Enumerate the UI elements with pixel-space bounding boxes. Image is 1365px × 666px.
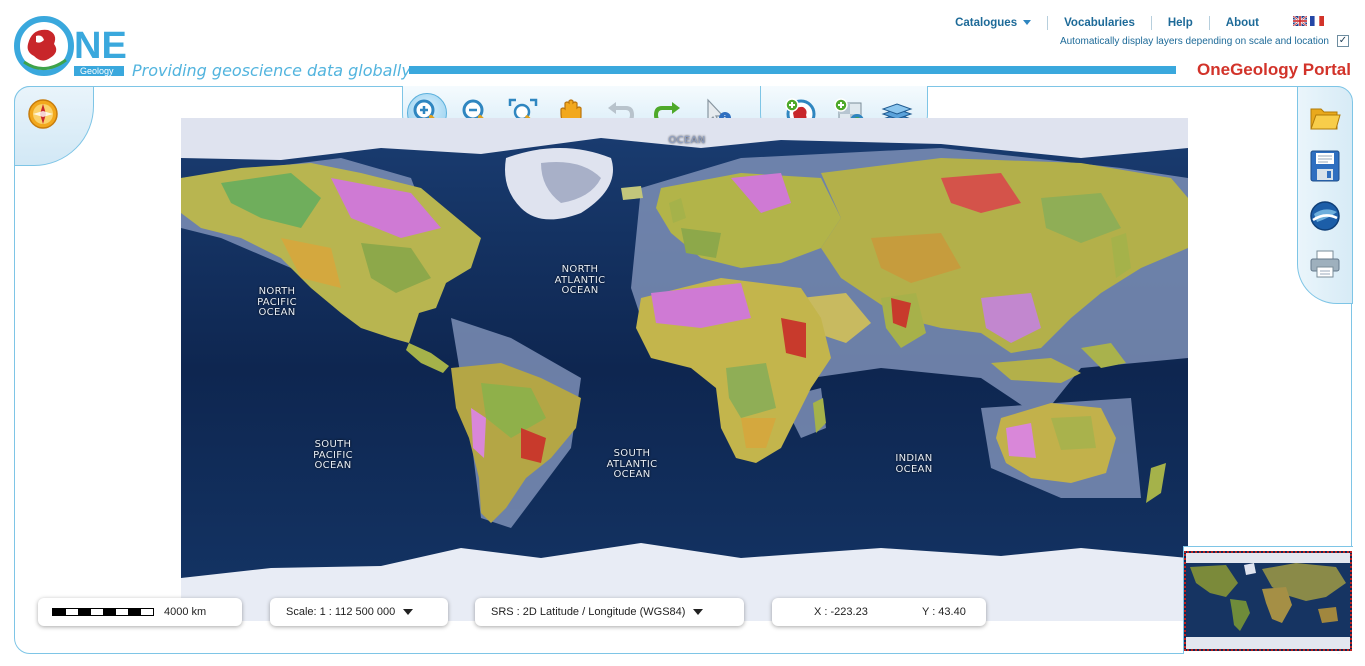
print-icon[interactable] (1307, 246, 1343, 282)
language-switcher (1293, 16, 1324, 26)
ocean-label-line: INDIAN (895, 453, 933, 464)
ocean-label-south-atlantic: SOUTH ATLANTIC OCEAN (599, 448, 665, 481)
overview-map[interactable] (1184, 551, 1352, 651)
ocean-label-north-atlantic: NORTH ATLANTIC OCEAN (547, 264, 613, 297)
chevron-down-icon (693, 609, 704, 615)
header-rule (409, 66, 1176, 74)
tagline: Providing geoscience data globally (132, 61, 411, 80)
y-coordinate: Y : 43.40 (922, 606, 966, 618)
svg-text:Geology: Geology (80, 66, 114, 76)
chevron-down-icon (1023, 20, 1032, 26)
logo-globe-icon: NE Geology (14, 16, 127, 76)
overview-world-image (1186, 553, 1350, 649)
ocean-label-line: OCEAN (613, 469, 651, 480)
ocean-label-line: NORTH (258, 286, 296, 297)
geology-map[interactable]: NORTH PACIFIC OCEAN NORTH ATLANTIC OCEAN… (181, 118, 1188, 621)
srs-select-value: SRS : 2D Latitude / Longitude (WGS84) (491, 606, 686, 618)
ocean-label-line: OCEAN (561, 285, 599, 296)
top-navigation: Catalogues Vocabularies Help About (939, 16, 1275, 30)
google-earth-icon[interactable] (1307, 198, 1343, 234)
scale-bar: 4000 km (38, 598, 242, 626)
french-flag-icon[interactable] (1310, 16, 1324, 26)
ocean-label-line: OCEAN (895, 463, 933, 475)
nav-help[interactable]: Help (1152, 16, 1210, 30)
scale-select-value: Scale: 1 : 112 500 000 (286, 606, 396, 618)
ocean-label-line: OCEAN (314, 460, 352, 471)
compass-icon[interactable] (27, 98, 59, 130)
ocean-label-line: OCEAN (258, 307, 296, 318)
ocean-label-line: SOUTH (613, 448, 651, 459)
auto-layers-toggle: Automatically display layers depending o… (1060, 35, 1349, 47)
ocean-label-indian: INDIAN OCEAN (884, 453, 944, 475)
world-geology-layer (181, 118, 1188, 621)
onegeology-portal-page: NE Geology Providing geoscience data glo… (0, 0, 1365, 666)
ocean-label-south-pacific: SOUTH PACIFIC OCEAN (303, 439, 363, 472)
auto-layers-checkbox[interactable]: ✓ (1337, 35, 1349, 47)
ocean-label-north-pacific: NORTH PACIFIC OCEAN (247, 286, 307, 319)
ocean-label-partial: OCEAN (668, 135, 706, 146)
ocean-label-line: NORTH (561, 264, 599, 275)
auto-layers-label: Automatically display layers depending o… (1059, 35, 1329, 47)
onegeology-logo[interactable]: NE Geology (14, 14, 127, 78)
coordinate-readout: X : -223.23 Y : 43.40 (772, 598, 986, 626)
nav-vocabularies[interactable]: Vocabularies (1048, 16, 1152, 30)
nav-catalogues-label: Catalogues (955, 17, 1018, 29)
scale-bar-graphic (52, 608, 154, 616)
ocean-label-line: SOUTH (314, 439, 352, 450)
portal-title: OneGeology Portal (1197, 60, 1351, 79)
scale-select[interactable]: Scale: 1 : 112 500 000 (270, 598, 448, 626)
open-folder-icon[interactable] (1307, 100, 1343, 136)
scale-bar-label: 4000 km (164, 606, 207, 618)
x-coordinate: X : -223.23 (814, 606, 868, 618)
nav-about[interactable]: About (1210, 16, 1275, 30)
svg-text:NE: NE (74, 25, 126, 67)
english-flag-icon[interactable] (1293, 16, 1307, 26)
chevron-down-icon (403, 609, 414, 615)
save-disk-icon[interactable] (1307, 148, 1343, 184)
srs-select[interactable]: SRS : 2D Latitude / Longitude (WGS84) (475, 598, 744, 626)
nav-catalogues[interactable]: Catalogues (939, 16, 1049, 30)
